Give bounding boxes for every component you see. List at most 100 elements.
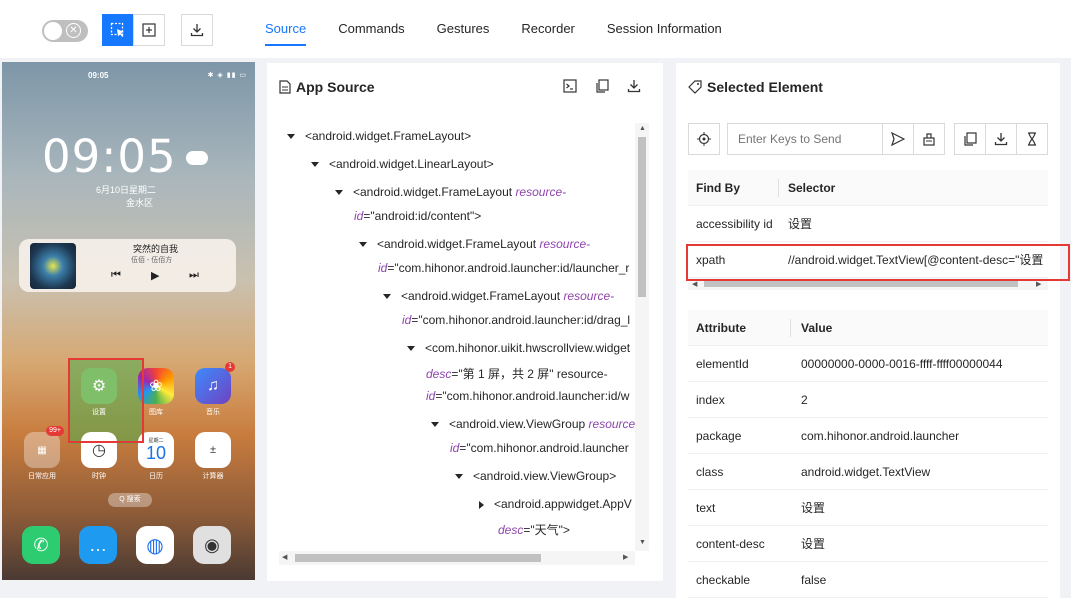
download-element-screenshot-button[interactable] — [985, 123, 1017, 155]
send-keys-button[interactable] — [882, 123, 914, 155]
dock-browser[interactable]: ◍ — [135, 526, 175, 564]
tab-recorder[interactable]: Recorder — [521, 0, 574, 46]
scroll-up-icon[interactable]: ▲ — [639, 125, 646, 132]
tap-coordinates-button[interactable] — [133, 14, 165, 46]
scroll-down-icon[interactable]: ▼ — [639, 539, 646, 546]
target-icon — [697, 132, 711, 146]
attribute-name: elementId — [696, 357, 749, 371]
tree-node[interactable]: <android.view.ViewGroup resource — [431, 417, 635, 431]
scroll-right-icon[interactable]: ▶ — [1036, 280, 1041, 288]
caret-down-icon[interactable] — [359, 242, 367, 248]
music-widget[interactable]: 突然的自我 伍佰 - 伍佰方 ⏮ ▶ ⏭ — [19, 239, 236, 292]
node-attr-value: ="第 1 屏，共 2 屏" resource- — [451, 367, 608, 381]
select-elements-button[interactable] — [102, 14, 134, 46]
table-row: package com.hihonor.android.launcher — [688, 418, 1048, 454]
tag-icon — [688, 80, 702, 94]
tree-vertical-scrollbar[interactable]: ▲ ▼ — [635, 123, 649, 551]
scroll-right-icon[interactable]: ▶ — [623, 553, 628, 561]
node-attr-name: resource — [588, 417, 635, 431]
copy-icon[interactable] — [595, 79, 609, 93]
tab-gestures[interactable]: Gestures — [437, 0, 490, 46]
select-pointer-icon — [110, 22, 124, 37]
attribute-value: 设置 — [801, 501, 826, 515]
selector-cell[interactable]: 设置 — [788, 206, 812, 241]
caret-down-icon[interactable] — [287, 134, 295, 140]
get-timing-button[interactable] — [1016, 123, 1048, 155]
location-label: 金水区 — [126, 198, 154, 208]
caret-right-icon[interactable] — [479, 500, 484, 509]
caret-down-icon[interactable] — [383, 294, 391, 300]
tree-node[interactable]: <android.appwidget.AppV — [479, 497, 632, 511]
lockscreen-clock: 09:05 — [42, 130, 177, 183]
app-music[interactable]: ♫ 1 音乐 — [193, 362, 235, 417]
scrollbar-thumb[interactable] — [295, 554, 541, 562]
app-calculator[interactable]: ± 计算器 — [193, 432, 233, 481]
tree-horizontal-scrollbar[interactable]: ◀ ▶ — [279, 551, 635, 565]
download-screenshot-button[interactable] — [181, 14, 213, 46]
app-label: 日历 — [149, 473, 163, 480]
tree-node[interactable]: <android.widget.LinearLayout> — [311, 157, 494, 171]
terminal-icon[interactable] — [563, 79, 577, 93]
dock-camera[interactable]: ◉ — [192, 526, 232, 564]
send-keys-input[interactable] — [727, 123, 883, 155]
download-icon — [994, 133, 1008, 146]
tree-node[interactable]: <android.widget.FrameLayout> — [287, 129, 471, 143]
folder-icon: ▦ — [24, 432, 60, 468]
close-icon: ✕ — [66, 23, 81, 38]
app-folder-daily[interactable]: ▦ 99+ 日常应用 — [22, 426, 64, 481]
node-attr-value: ="com.hihonor.android.launcher — [459, 441, 629, 455]
album-art — [30, 243, 76, 289]
scrollbar-thumb[interactable] — [638, 137, 646, 297]
node-tag: <com.hihonor.uikit.hwscrollview.widget — [425, 341, 631, 355]
scroll-left-icon[interactable]: ◀ — [692, 280, 697, 288]
home-search-pill[interactable]: Q 搜索 — [108, 493, 152, 507]
table-row[interactable]: accessibility id 设置 — [688, 206, 1048, 242]
copy-attributes-button[interactable] — [954, 123, 986, 155]
send-icon — [891, 132, 905, 146]
tree-node-continuation: id="android:id/content"> — [354, 209, 481, 223]
tree-node[interactable]: <android.view.ViewGroup> — [455, 469, 616, 483]
tab-session-information[interactable]: Session Information — [607, 0, 722, 46]
music-icon: ♫ — [195, 368, 231, 404]
attribute-name: package — [696, 429, 742, 443]
dock-messages[interactable]: … — [78, 526, 118, 564]
scrollbar-thumb[interactable] — [704, 281, 1018, 287]
message-icon: … — [79, 526, 117, 564]
attribute-value: false — [801, 573, 827, 587]
tree-node[interactable]: <android.widget.FrameLayout resource- — [359, 237, 590, 251]
tree-node[interactable]: <android.widget.FrameLayout resource- — [335, 185, 566, 199]
node-attr-value: ="com.hihonor.android.launcher:id/drag_l — [411, 313, 631, 327]
table-header: Attribute Value — [688, 310, 1048, 346]
attribute-name: class — [696, 465, 724, 479]
caret-down-icon[interactable] — [311, 162, 319, 168]
tree-node[interactable]: <com.hihonor.uikit.hwscrollview.widget — [407, 341, 630, 355]
tap-element-button[interactable] — [688, 123, 720, 155]
node-tag: <android.view.ViewGroup — [449, 417, 589, 431]
crosshair-square-icon — [142, 23, 156, 37]
next-track-icon[interactable]: ⏭ — [189, 269, 199, 282]
table-row: index 2 — [688, 382, 1048, 418]
caret-down-icon[interactable] — [455, 474, 463, 480]
node-attr-name: id — [378, 261, 388, 275]
previous-track-icon[interactable]: ⏮ — [111, 269, 121, 282]
scroll-left-icon[interactable]: ◀ — [282, 553, 287, 561]
node-tag: <android.widget.FrameLayout — [353, 185, 516, 199]
clear-button[interactable] — [913, 123, 945, 155]
tab-source[interactable]: Source — [265, 0, 307, 46]
tree-node[interactable]: <android.widget.FrameLayout resource- — [383, 289, 614, 303]
node-tag: <android.appwidget.AppV — [494, 497, 632, 511]
caret-down-icon[interactable] — [407, 346, 415, 352]
caret-down-icon[interactable] — [335, 190, 343, 196]
device-screenshot[interactable]: 09:05 ✱ ◈ ▮▮ ▭ 09:05 6月10日星期二 金水区 突然的自我 … — [2, 62, 255, 580]
inspector-mode-toggle[interactable]: ✕ — [42, 20, 88, 42]
attribute-value: com.hihonor.android.launcher — [801, 429, 960, 443]
download-icon[interactable] — [627, 79, 641, 93]
play-icon[interactable]: ▶ — [151, 269, 159, 282]
dock-phone[interactable]: ✆ — [21, 526, 61, 564]
notification-badge: 99+ — [46, 426, 64, 436]
tab-commands[interactable]: Commands — [338, 0, 404, 46]
app-label: 计算器 — [202, 473, 224, 480]
node-tag: <android.widget.LinearLayout> — [329, 157, 494, 171]
table-header: Find By Selector — [688, 170, 1048, 206]
caret-down-icon[interactable] — [431, 422, 439, 428]
